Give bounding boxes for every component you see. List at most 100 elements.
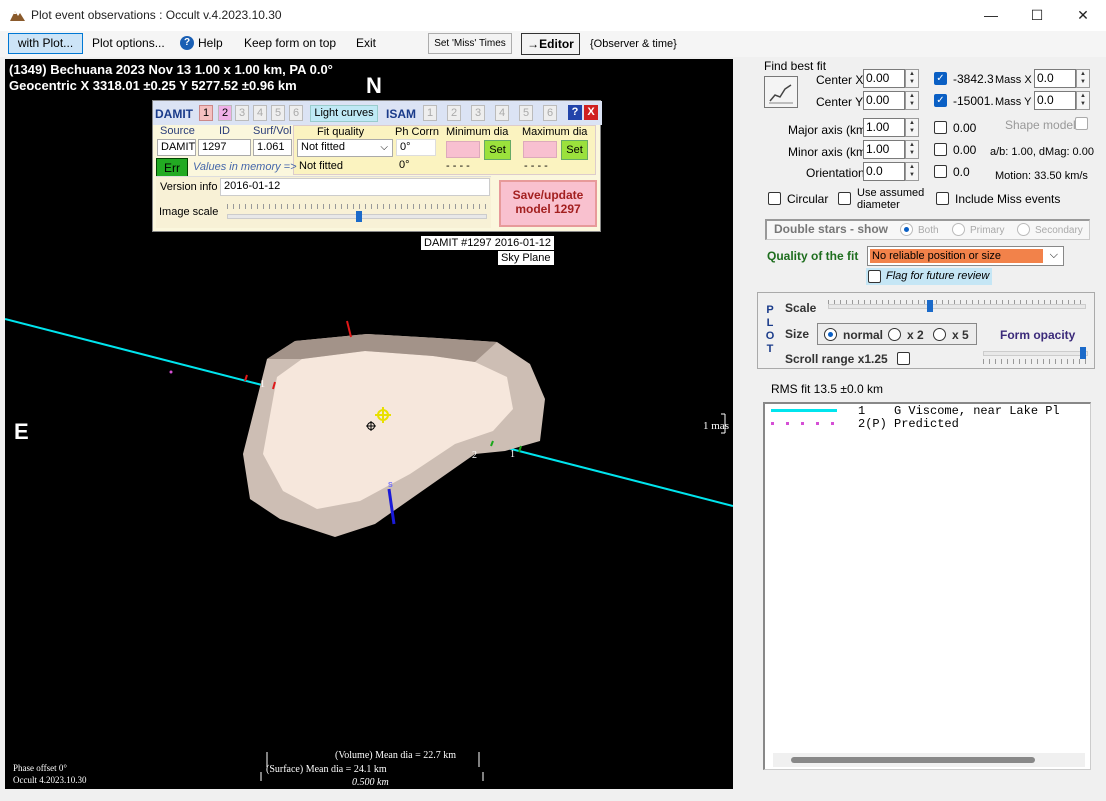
ph-corrn-field[interactable]: 0° xyxy=(396,139,436,156)
mass-x-spinner[interactable]: ▲ ▼ xyxy=(1076,69,1090,88)
isam-model-3[interactable]: 3 xyxy=(471,105,485,121)
err-button[interactable]: Err xyxy=(156,158,188,178)
image-scale-ticks xyxy=(227,204,487,209)
observer-time-label: {Observer & time} xyxy=(590,38,677,50)
scale-thumb[interactable] xyxy=(927,300,933,312)
image-scale-thumb[interactable] xyxy=(356,211,362,222)
center-y-input[interactable]: 0.00 xyxy=(863,91,905,110)
use-assumed-diameter-checkbox[interactable] xyxy=(838,192,851,205)
mass-x-input[interactable]: 0.0 xyxy=(1034,69,1076,88)
col-id: ID xyxy=(219,125,230,137)
mas-label: 1 mas xyxy=(703,420,729,432)
mass-y-input[interactable]: 0.0 xyxy=(1034,91,1076,110)
close-panel-icon[interactable]: X xyxy=(584,105,598,120)
minor-axis-spinner[interactable]: ▲ ▼ xyxy=(905,140,919,159)
save-update-model-button[interactable]: Save/update model 1297 xyxy=(499,180,597,227)
damit-model-4[interactable]: 4 xyxy=(253,105,267,121)
quality-dropdown[interactable]: No reliable position or size ⌵ xyxy=(867,246,1064,266)
center-y-spinner[interactable]: ▲ ▼ xyxy=(905,91,919,110)
close-icon[interactable]: ✕ xyxy=(1060,0,1106,31)
scale-length: 0.500 km xyxy=(352,777,389,788)
circular-label: Circular xyxy=(787,192,829,206)
max-dia-field[interactable] xyxy=(523,141,557,158)
editor-button[interactable]: →Editor xyxy=(521,33,580,55)
isam-tab[interactable]: ISAM xyxy=(386,107,416,121)
legend-line-1 xyxy=(771,409,837,412)
isam-model-4[interactable]: 4 xyxy=(495,105,509,121)
with-plot-menu[interactable]: with Plot... xyxy=(8,33,83,54)
set-miss-times-button[interactable]: Set 'Miss' Times xyxy=(428,33,512,54)
major-axis-spinner[interactable]: ▲ ▼ xyxy=(905,118,919,137)
scroll-range-checkbox[interactable] xyxy=(897,352,910,365)
plot-letter-p: P xyxy=(766,304,774,316)
horizontal-scrollbar[interactable] xyxy=(773,753,1085,767)
keep-on-top-menu[interactable]: Keep form on top xyxy=(244,36,336,50)
minor-axis-input[interactable]: 1.00 xyxy=(863,140,905,159)
isam-model-5[interactable]: 5 xyxy=(519,105,533,121)
best-fit-button[interactable] xyxy=(764,76,798,108)
fit-major-checkbox[interactable] xyxy=(934,121,947,134)
minimize-icon[interactable]: — xyxy=(968,0,1014,31)
damit-model-2[interactable]: 2 xyxy=(218,105,232,121)
damit-tab[interactable]: DAMIT xyxy=(155,107,193,121)
help-icon[interactable]: ? xyxy=(180,36,194,50)
damit-model-3[interactable]: 3 xyxy=(235,105,249,121)
memory-min-dia: - - - - xyxy=(446,160,470,172)
scrollbar-thumb[interactable] xyxy=(791,757,1035,763)
title-bar: Plot event observations : Occult v.4.202… xyxy=(0,0,1106,31)
isam-model-2[interactable]: 2 xyxy=(447,105,461,121)
fit-orientation-checkbox[interactable] xyxy=(934,165,947,178)
double-both-radio[interactable] xyxy=(900,223,913,236)
fit-center-y-checkbox[interactable]: ✓ xyxy=(934,94,947,107)
isam-model-1[interactable]: 1 xyxy=(423,105,437,121)
mass-y-label: Mass Y xyxy=(995,96,1032,108)
min-dia-field[interactable] xyxy=(446,141,480,158)
opacity-thumb[interactable] xyxy=(1080,347,1086,359)
maximize-icon[interactable]: ☐ xyxy=(1014,0,1060,31)
sky-plane-label: Sky Plane xyxy=(498,251,554,265)
light-curves-button[interactable]: Light curves xyxy=(310,105,378,122)
damit-model-1[interactable]: 1 xyxy=(199,105,213,121)
double-secondary-radio[interactable] xyxy=(1017,223,1030,236)
chevron-down-icon: ⌵ xyxy=(380,142,388,153)
fit-center-x-checkbox[interactable]: ✓ xyxy=(934,72,947,85)
plot-options-menu[interactable]: Plot options... xyxy=(92,36,165,50)
size-x2-radio[interactable] xyxy=(888,328,901,341)
south-label: S xyxy=(388,482,393,489)
shape-model-panel: DAMIT 1 2 3 4 5 6 Light curves ISAM 1 2 … xyxy=(152,100,602,232)
event-title: (1349) Bechuana 2023 Nov 13 1.00 x 1.00 … xyxy=(9,62,333,77)
isam-model-6[interactable]: 6 xyxy=(543,105,557,121)
fit-minor-checkbox[interactable] xyxy=(934,143,947,156)
include-miss-label: Include Miss events xyxy=(955,192,1061,206)
fit-quality-dropdown[interactable]: Not fitted ⌵ xyxy=(297,139,393,157)
center-x-input[interactable]: 0.00 xyxy=(863,69,905,88)
double-secondary-label: Secondary xyxy=(1035,225,1083,236)
size-x5-radio[interactable] xyxy=(933,328,946,341)
flag-review-checkbox[interactable] xyxy=(868,270,881,283)
north-marker xyxy=(346,320,352,338)
set-min-dia-button[interactable]: Set xyxy=(484,140,511,160)
set-max-dia-button[interactable]: Set xyxy=(561,140,588,160)
major-axis-input[interactable]: 1.00 xyxy=(863,118,905,137)
version-info-field[interactable]: 2016-01-12 xyxy=(220,178,490,196)
help-menu[interactable]: Help xyxy=(198,36,223,50)
size-normal-radio[interactable] xyxy=(824,328,837,341)
circular-checkbox[interactable] xyxy=(768,192,781,205)
exit-menu[interactable]: Exit xyxy=(356,36,376,50)
double-primary-radio[interactable] xyxy=(952,223,965,236)
legend-list[interactable]: 1 G Viscome, near Lake Pl 2(P) Predicted xyxy=(763,402,1091,770)
shape-model-checkbox[interactable] xyxy=(1075,117,1088,130)
scale-track[interactable] xyxy=(828,304,1086,309)
orientation-input[interactable]: 0.0 xyxy=(863,162,905,181)
help-question-icon[interactable]: ? xyxy=(568,105,582,120)
include-miss-checkbox[interactable] xyxy=(936,192,949,205)
size-normal-label: normal xyxy=(843,328,884,342)
image-scale-label: Image scale xyxy=(159,206,219,218)
damit-model-6[interactable]: 6 xyxy=(289,105,303,121)
opacity-track[interactable] xyxy=(983,351,1088,356)
legend-item-1: 1 G Viscome, near Lake Pl xyxy=(858,404,1060,418)
mass-y-spinner[interactable]: ▲ ▼ xyxy=(1076,91,1090,110)
center-x-spinner[interactable]: ▲ ▼ xyxy=(905,69,919,88)
orientation-spinner[interactable]: ▲ ▼ xyxy=(905,162,919,181)
damit-model-5[interactable]: 5 xyxy=(271,105,285,121)
